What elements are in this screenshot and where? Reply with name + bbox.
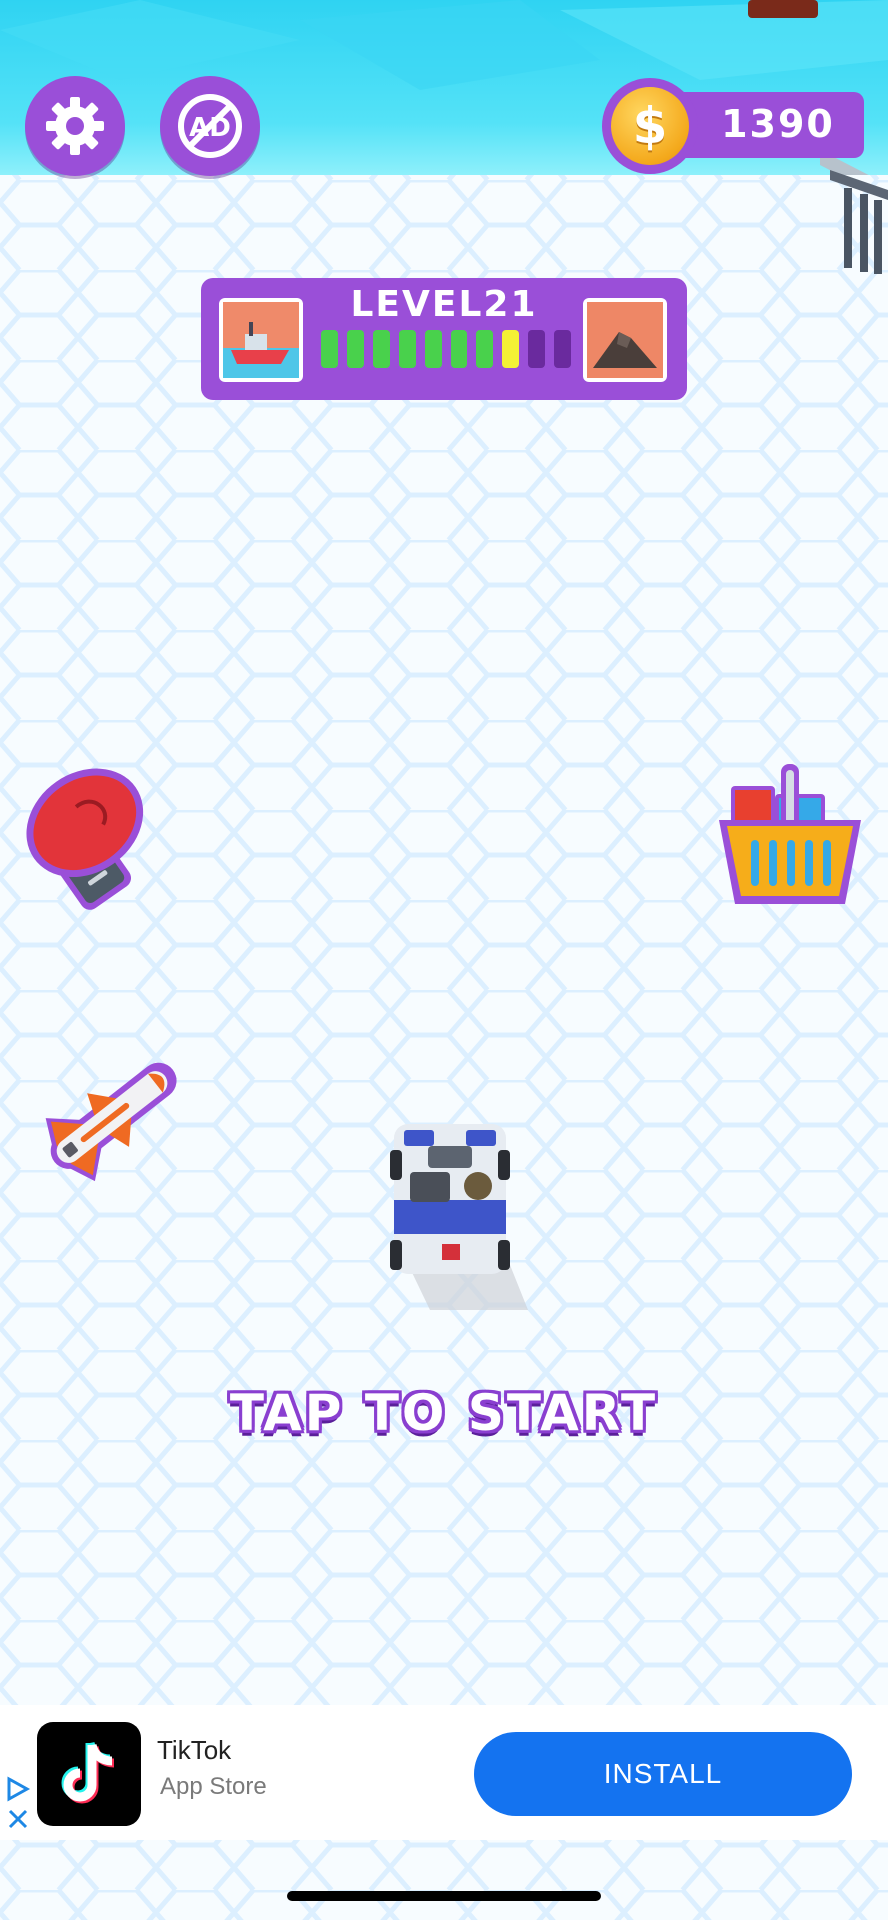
rocket-icon[interactable] [28,1030,198,1200]
level-progress-panel: LEVEL21 [201,278,687,400]
next-level-thumbnail [583,298,667,382]
boxing-glove-icon[interactable] [22,760,172,910]
home-indicator [287,1891,601,1901]
progress-segment [398,330,416,368]
tiktok-logo-icon [61,1741,115,1804]
remove-ads-button[interactable]: AD [160,76,260,176]
progress-segment [450,330,468,368]
ad-app-name: TikTok [157,1735,232,1765]
progress-segment [528,330,546,368]
progress-segment [321,330,338,368]
shop-basket-icon[interactable] [715,764,865,914]
progress-segment [476,330,494,368]
coin-icon: $ [602,78,698,174]
progress-segment [554,330,572,368]
tap-to-start-prompt[interactable]: TAP TO START [0,1384,888,1442]
progress-segment [372,330,390,368]
coin-symbol: $ [611,87,689,165]
settings-button[interactable] [25,76,125,176]
no-ads-icon: AD [178,94,242,158]
ad-banner[interactable]: TikTok App Store INSTALL [0,1705,888,1840]
tiktok-app-icon[interactable] [37,1722,141,1826]
level-progress-bar [321,330,572,368]
ad-store-name: App Store [160,1773,267,1800]
gear-icon [46,97,104,155]
coin-count: 1390 [721,102,835,146]
player-car[interactable] [380,1110,530,1310]
dock-railing [830,170,888,274]
progress-segment [502,330,520,368]
adchoices-icon[interactable] [4,1775,32,1833]
progress-segment [346,330,364,368]
current-level-thumbnail [219,298,303,382]
progress-segment [424,330,442,368]
install-button[interactable]: INSTALL [474,1732,852,1816]
